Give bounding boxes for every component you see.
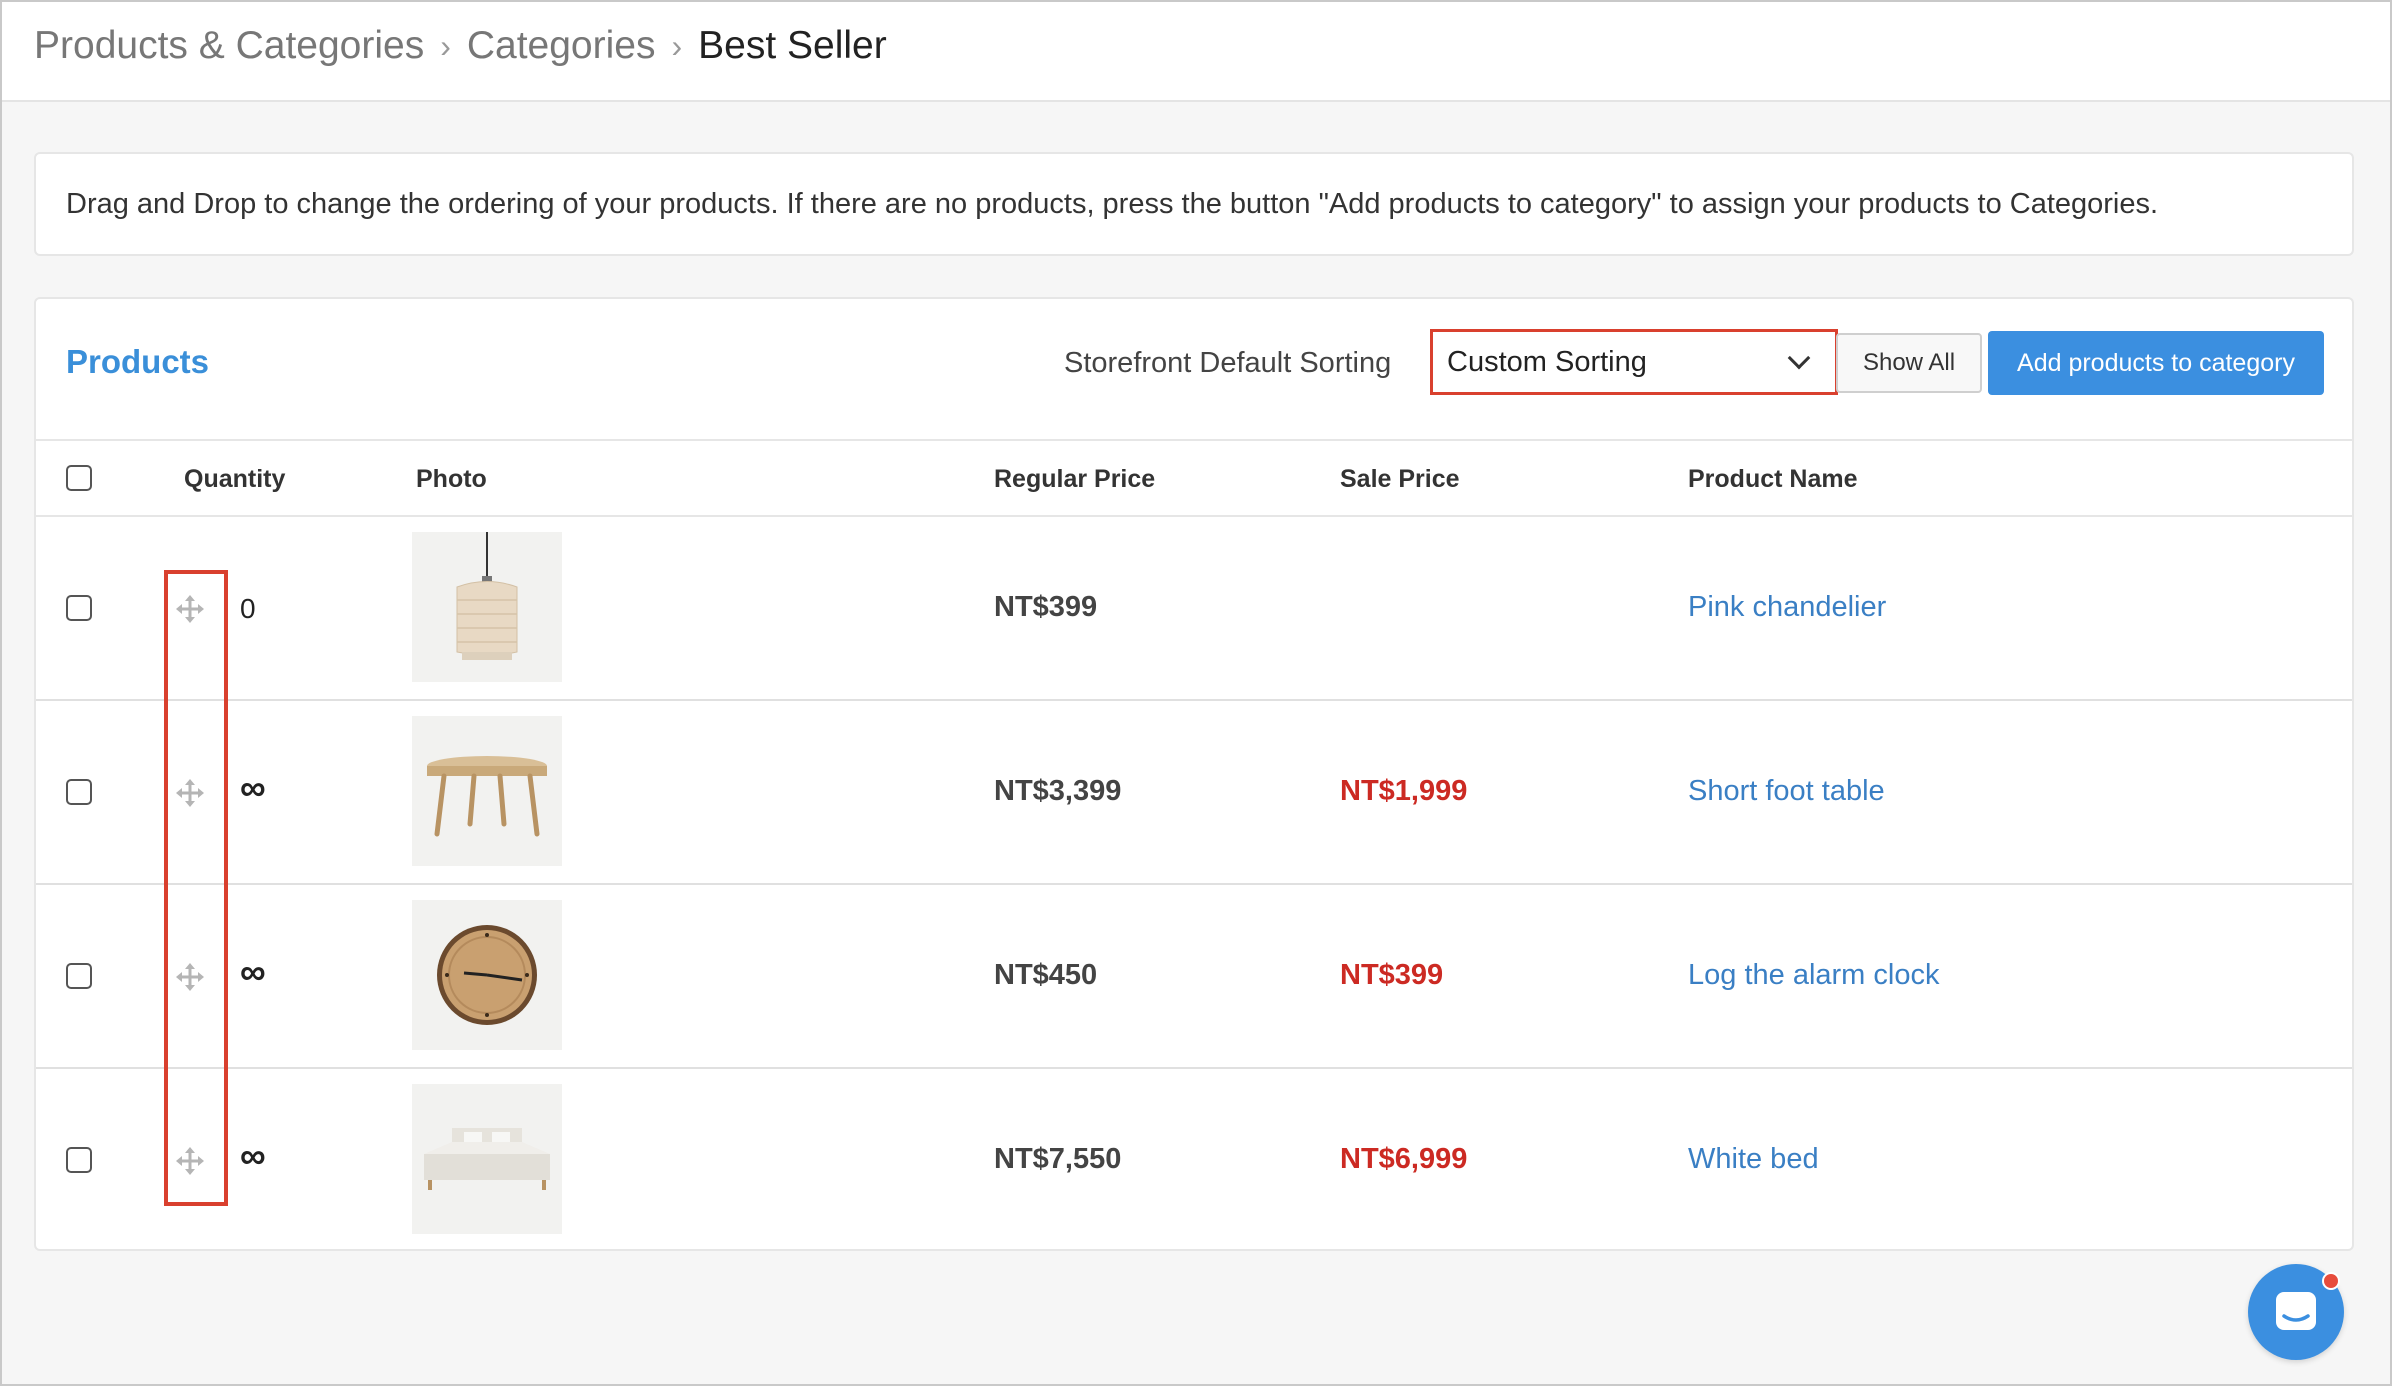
- product-name-link[interactable]: Log the alarm clock: [1688, 959, 1939, 992]
- info-text: Drag and Drop to change the ordering of …: [66, 188, 2159, 220]
- info-box: Drag and Drop to change the ordering of …: [34, 152, 2354, 256]
- table-icon: [427, 756, 547, 837]
- products-panel: Products Storefront Default Sorting Cust…: [34, 297, 2354, 1251]
- table-row[interactable]: ∞ NT$7,550 NT$6,999 White bed: [36, 1069, 2352, 1249]
- bed-icon: [424, 1128, 550, 1190]
- drag-move-icon[interactable]: [176, 779, 204, 807]
- product-photo: [412, 716, 562, 866]
- quantity-value: ∞: [240, 951, 266, 992]
- panel-title: Products: [66, 343, 210, 380]
- regular-price: NT$450: [994, 959, 1098, 991]
- wall-clock-icon: [437, 925, 537, 1025]
- product-name-link[interactable]: Short foot table: [1688, 775, 1885, 808]
- product-name-link[interactable]: Pink chandelier: [1688, 591, 1886, 624]
- row-checkbox[interactable]: [66, 963, 92, 989]
- product-photo: [412, 1084, 562, 1234]
- header-regular-price: Regular Price: [994, 465, 1156, 493]
- drag-move-icon[interactable]: [176, 963, 204, 991]
- header-quantity: Quantity: [184, 465, 286, 493]
- sale-price: NT$6,999: [1340, 1143, 1468, 1175]
- sale-price: NT$399: [1340, 959, 1444, 991]
- header-product-name: Product Name: [1688, 465, 1858, 493]
- table-row[interactable]: ∞ NT$450 NT$399 Log the alarm clock: [36, 885, 2352, 1069]
- header-sale-price: Sale Price: [1340, 465, 1460, 493]
- drag-move-icon[interactable]: [176, 1147, 204, 1175]
- sorting-select[interactable]: Custom Sorting: [1430, 329, 1838, 395]
- quantity-value: ∞: [240, 767, 266, 808]
- app-frame: Products & Categories › Categories › Bes…: [0, 0, 2392, 1386]
- breadcrumb: Products & Categories › Categories › Bes…: [34, 24, 887, 68]
- chevron-right-icon: ›: [671, 27, 683, 64]
- breadcrumb-item-products-categories[interactable]: Products & Categories: [34, 24, 424, 68]
- regular-price: NT$3,399: [994, 775, 1122, 807]
- regular-price: NT$399: [994, 591, 1098, 623]
- table-row[interactable]: 0 NT$399 Pink chandelier: [36, 517, 2352, 701]
- product-photo: [412, 532, 562, 682]
- chevron-down-icon: [1787, 346, 1811, 370]
- select-all-checkbox[interactable]: [66, 465, 92, 491]
- quantity-value: 0: [240, 593, 256, 624]
- row-checkbox[interactable]: [66, 779, 92, 805]
- header-photo: Photo: [416, 465, 487, 493]
- product-name-link[interactable]: White bed: [1688, 1143, 1819, 1176]
- chevron-right-icon: ›: [440, 27, 451, 64]
- notification-dot: [2322, 1272, 2340, 1290]
- add-products-to-category-button[interactable]: Add products to category: [1988, 331, 2324, 395]
- product-photo: [412, 900, 562, 1050]
- pendant-lamp-icon: [456, 532, 518, 660]
- table-header: Quantity Photo Regular Price Sale Price …: [36, 439, 2352, 517]
- breadcrumb-item-categories[interactable]: Categories: [467, 24, 656, 68]
- regular-price: NT$7,550: [994, 1143, 1122, 1175]
- table-row[interactable]: ∞ NT$3,399 NT$1,999 Short foot table: [36, 701, 2352, 885]
- row-checkbox[interactable]: [66, 1147, 92, 1173]
- row-checkbox[interactable]: [66, 595, 92, 621]
- sort-label: Storefront Default Sorting: [1064, 347, 1392, 379]
- show-all-button[interactable]: Show All: [1836, 333, 1982, 393]
- sorting-select-value: Custom Sorting: [1447, 345, 1647, 378]
- sale-price: NT$1,999: [1340, 775, 1468, 807]
- drag-move-icon[interactable]: [176, 595, 204, 623]
- breadcrumb-current: Best Seller: [698, 24, 887, 67]
- top-bar: Products & Categories › Categories › Bes…: [2, 2, 2390, 102]
- quantity-value: ∞: [240, 1135, 266, 1176]
